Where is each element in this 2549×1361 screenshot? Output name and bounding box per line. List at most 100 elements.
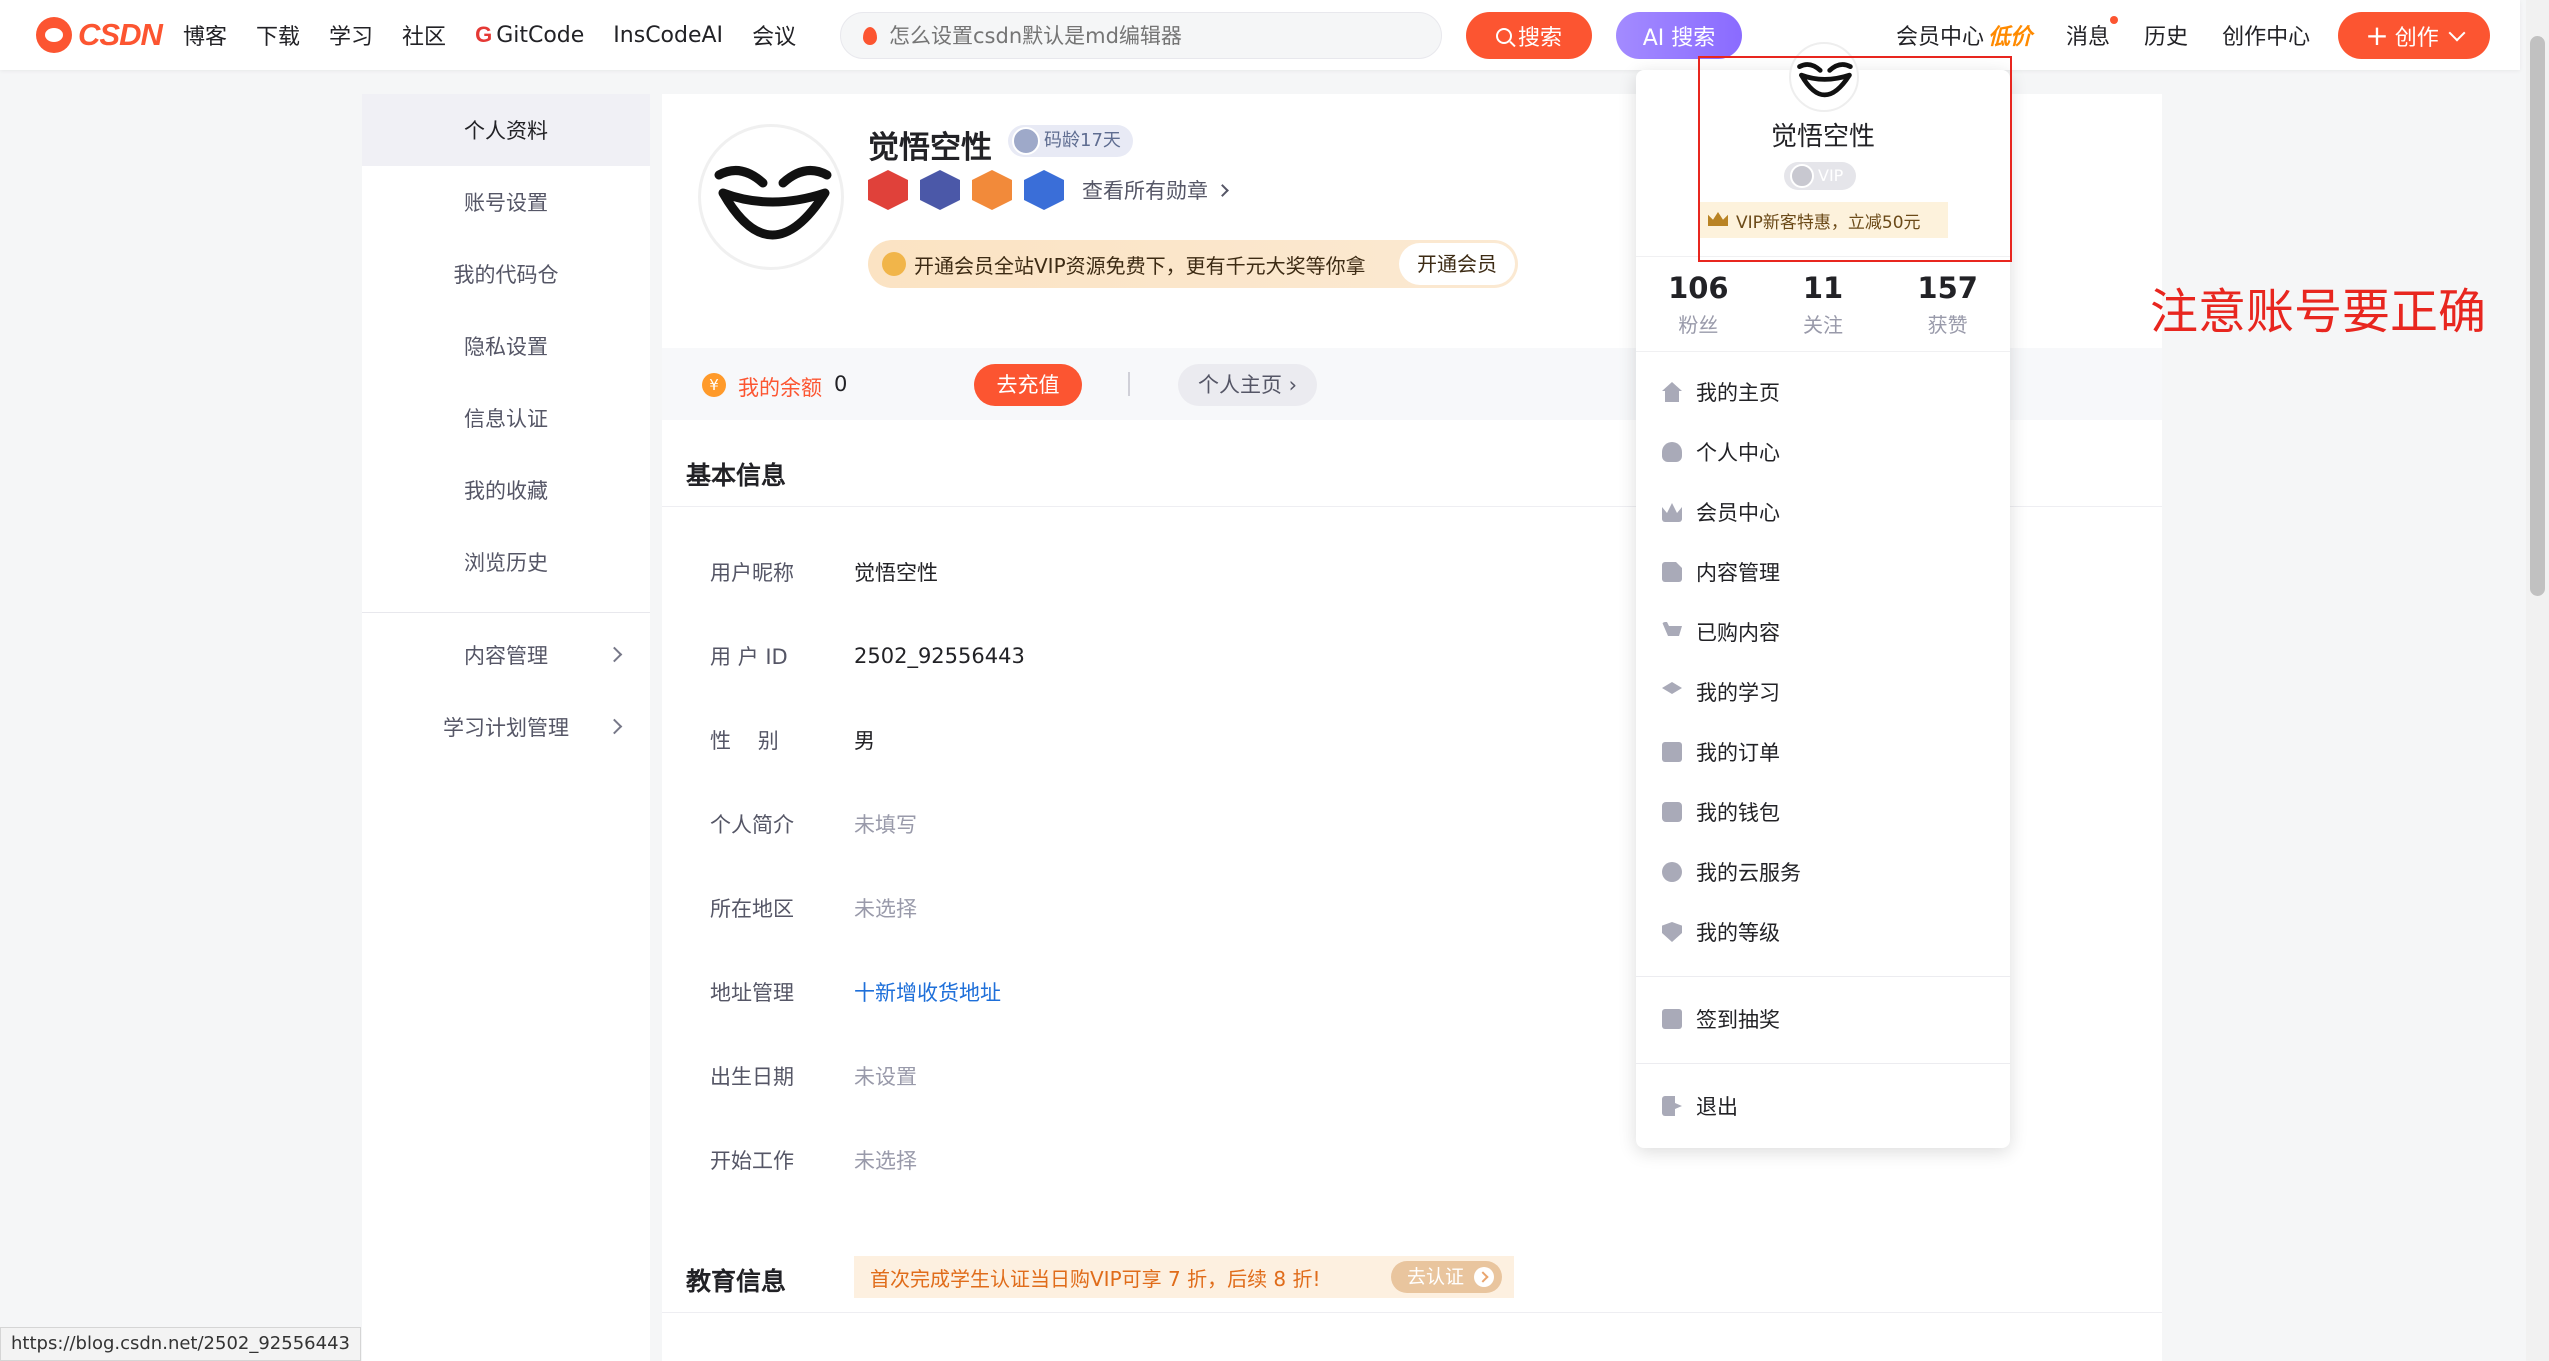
sidebar-item-history[interactable]: 浏览历史: [362, 526, 650, 598]
add-address-link[interactable]: 十新增收货地址: [854, 977, 1001, 1007]
nav-community[interactable]: 社区: [402, 19, 446, 51]
menu-item-label: 签到抽奖: [1696, 1008, 1780, 1032]
creator-center-link[interactable]: 创作中心: [2222, 19, 2310, 51]
info-label: 开始工作: [710, 1149, 794, 1173]
sidebar-item-privacy[interactable]: 隐私设置: [362, 310, 650, 382]
menu-item-purchased[interactable]: 已购内容: [1636, 602, 2010, 662]
search-input[interactable]: [889, 23, 1409, 48]
sidebar-item-profile[interactable]: 个人资料: [362, 94, 650, 166]
medal-icon[interactable]: [920, 170, 960, 210]
nav-meeting[interactable]: 会议: [752, 19, 796, 51]
menu-divider: [1636, 976, 2010, 977]
view-all-medals-label: 查看所有勋章: [1082, 179, 1208, 203]
medal-icon[interactable]: [868, 170, 908, 210]
document-icon: [1662, 562, 1682, 582]
sidebar-item-favorites[interactable]: 我的收藏: [362, 454, 650, 526]
csdn-logo[interactable]: CSDN: [36, 16, 163, 54]
nav-learn[interactable]: 学习: [329, 19, 373, 51]
messages-link[interactable]: 消息: [2066, 16, 2119, 51]
verify-button-label: 去认证: [1406, 1266, 1464, 1288]
info-value: 觉悟空性: [854, 561, 938, 585]
verify-button[interactable]: 去认证: [1390, 1261, 1502, 1293]
sidebar-item-account[interactable]: 账号设置: [362, 166, 650, 238]
sidebar-group-study-plan[interactable]: 学习计划管理: [362, 691, 650, 763]
chevron-down-icon: [2448, 24, 2466, 41]
info-row-region[interactable]: 所在地区 未选择: [710, 888, 1610, 928]
create-button[interactable]: + 创作: [2338, 12, 2490, 59]
menu-item-personal-center[interactable]: 个人中心: [1636, 422, 2010, 482]
graduation-cap-icon: [1662, 682, 1682, 694]
open-vip-button[interactable]: 开通会员: [1399, 243, 1515, 285]
info-row-bio[interactable]: 个人简介 未填写: [710, 804, 1610, 844]
menu-item-label: 我的主页: [1696, 381, 1780, 405]
page-scrollbar[interactable]: [2526, 0, 2549, 1361]
menu-item-logout[interactable]: 退出: [1636, 1076, 2010, 1136]
menu-item-my-orders[interactable]: 我的订单: [1636, 722, 2010, 782]
nav-blog[interactable]: 博客: [183, 19, 227, 51]
menu-item-cloud-service[interactable]: 我的云服务: [1636, 842, 2010, 902]
menu-item-member-center[interactable]: 会员中心: [1636, 482, 2010, 542]
info-label: 出生日期: [710, 1065, 794, 1089]
menu-item-my-level[interactable]: 我的等级: [1636, 902, 2010, 962]
info-label: 地址管理: [710, 981, 794, 1005]
menu-item-my-wallet[interactable]: 我的钱包: [1636, 782, 2010, 842]
info-label: 所在地区: [710, 897, 794, 921]
vip-promo-text: 开通会员全站VIP资源免费下，更有千元大奖等你拿: [914, 253, 1366, 278]
sidebar-item-code-repo[interactable]: 我的代码仓: [362, 238, 650, 310]
menu-item-my-learning[interactable]: 我的学习: [1636, 662, 2010, 722]
ai-search-button[interactable]: AI 搜索: [1616, 12, 1742, 59]
info-label: 用 户 ID: [710, 645, 788, 669]
sidebar-group-content[interactable]: 内容管理: [362, 619, 650, 691]
menu-item-label: 我的学习: [1696, 681, 1780, 705]
yen-icon: ¥: [702, 373, 726, 397]
menu-item-checkin[interactable]: 签到抽奖: [1636, 989, 2010, 1049]
menu-item-my-homepage[interactable]: 我的主页: [1636, 362, 2010, 422]
hot-fire-icon: [863, 26, 877, 45]
cloud-icon: [1662, 862, 1682, 882]
info-value: 男: [854, 729, 875, 753]
menu-item-content-management[interactable]: 内容管理: [1636, 542, 2010, 602]
stat-following[interactable]: 11 关注: [1761, 257, 1886, 351]
top-navbar: CSDN 博客 下载 学习 社区 GGitCode InsCodeAI 会议 搜…: [0, 0, 2520, 70]
personal-homepage-button[interactable]: 个人主页 ›: [1178, 364, 1318, 406]
info-row-birthday[interactable]: 出生日期 未设置: [710, 1056, 1610, 1096]
medal-icon[interactable]: [972, 170, 1012, 210]
shield-icon: [1662, 922, 1682, 942]
recharge-button[interactable]: 去充值: [974, 364, 1082, 406]
sidebar-item-verification[interactable]: 信息认证: [362, 382, 650, 454]
stat-label: 粉丝: [1678, 313, 1719, 337]
member-center-link[interactable]: 会员中心 低价: [1896, 19, 2032, 51]
info-row-address: 地址管理 十新增收货地址: [710, 972, 1610, 1012]
plus-icon: +: [2365, 18, 2389, 52]
status-bar-url: https://blog.csdn.net/2502_92556443: [0, 1327, 361, 1361]
settings-sidebar: 个人资料 账号设置 我的代码仓 隐私设置 信息认证 我的收藏 浏览历史 内容管理…: [362, 94, 650, 1361]
menu-item-label: 我的云服务: [1696, 861, 1801, 885]
csdn-logo-icon: [36, 17, 72, 53]
section-divider: [662, 1312, 2162, 1313]
nav-gitcode[interactable]: G GitCode: [475, 22, 584, 48]
history-link[interactable]: 历史: [2144, 19, 2188, 51]
home-icon: [1662, 382, 1682, 402]
messages-label: 消息: [2066, 25, 2111, 50]
medal-icon[interactable]: [1024, 170, 1064, 210]
stat-number: 11: [1802, 271, 1844, 305]
stat-label: 关注: [1803, 313, 1843, 337]
info-row-nickname[interactable]: 用户昵称 觉悟空性: [710, 552, 1610, 592]
cart-icon: [1662, 622, 1682, 636]
info-row-gender[interactable]: 性 别 男: [710, 720, 1610, 760]
code-age-label: 码龄17天: [1044, 130, 1121, 151]
avatar[interactable]: [698, 124, 844, 270]
info-label: 用户昵称: [710, 561, 794, 585]
scrollbar-thumb[interactable]: [2530, 36, 2545, 596]
nav-download[interactable]: 下载: [256, 19, 300, 51]
view-all-medals-link[interactable]: 查看所有勋章: [1082, 175, 1229, 205]
search-button[interactable]: 搜索: [1466, 12, 1592, 59]
personal-homepage-label: 个人主页: [1198, 373, 1282, 397]
stat-followers[interactable]: 106 粉丝: [1636, 257, 1761, 351]
chevron-right-icon: [606, 718, 623, 735]
code-age-icon: [1012, 127, 1040, 155]
nav-inscodeai[interactable]: InsCodeAI: [613, 23, 723, 48]
info-row-work-start[interactable]: 开始工作 未选择: [710, 1140, 1610, 1180]
chevron-right-icon: [606, 646, 623, 663]
stat-likes[interactable]: 157 获赞: [1885, 257, 2010, 351]
